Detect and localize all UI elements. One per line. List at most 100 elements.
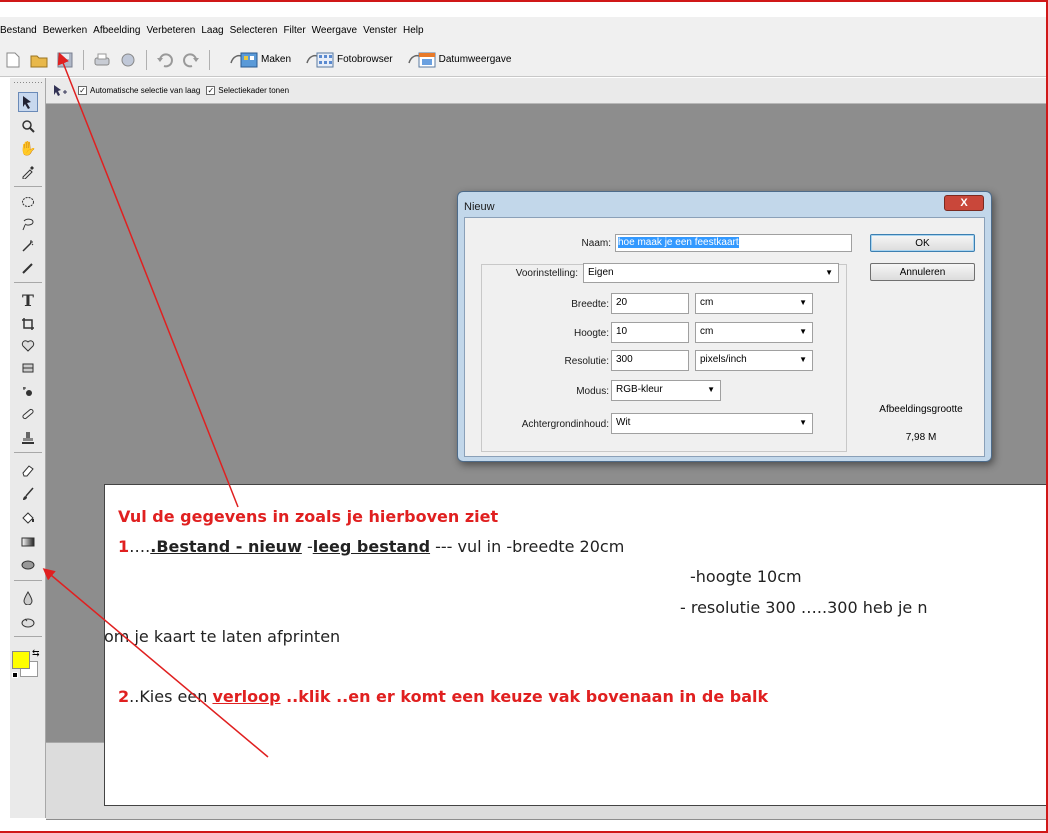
foreground-color-swatch[interactable] [12,651,30,669]
toolbox-grip[interactable] [14,82,42,83]
height-input[interactable]: 10 [611,322,689,343]
toolbox-separator [14,282,42,283]
straighten-tool-icon[interactable] [18,358,38,378]
marquee-tool-icon[interactable] [18,192,38,212]
toolbox: ✋ T ⇆ [10,78,46,818]
menu-item-bestand[interactable]: Bestand [0,25,40,36]
photobrowser-icon [305,51,335,69]
note-step1-height: -hoogte 10cm [690,567,802,586]
background-contents-label: Achtergrondinhoud: [521,419,609,430]
menu-item-verbeteren[interactable]: Verbeteren [143,25,198,36]
cancel-button[interactable]: Annuleren [870,263,975,281]
clone-stamp-tool-icon[interactable] [18,428,38,448]
note-step2-line: 2..Kies een verloop ..klik ..en er komt … [118,687,768,706]
menu-item-bewerken[interactable]: Bewerken [40,25,90,36]
name-label: Naam: [581,238,611,249]
height-unit-value: cm [700,326,714,337]
resolution-unit-value: pixels/inch [700,354,747,365]
dateview-button[interactable]: Datumweergave [407,51,512,69]
width-input[interactable]: 20 [611,293,689,314]
chevron-down-icon: ▼ [707,385,715,394]
cookie-cutter-tool-icon[interactable] [18,336,38,356]
step2-number: 2 [118,687,130,706]
blur-tool-icon[interactable] [18,588,38,608]
sponge-tool-icon[interactable] [18,612,38,632]
photobrowser-button[interactable]: Fotobrowser [305,51,393,69]
resolution-unit-select[interactable]: pixels/inch ▼ [695,350,813,371]
red-eye-tool-icon[interactable] [18,382,38,402]
healing-brush-tool-icon[interactable] [18,404,38,424]
height-unit-select[interactable]: cm ▼ [695,322,813,343]
redo-icon[interactable] [182,51,200,69]
chevron-down-icon: ▼ [799,355,807,364]
menu-item-afbeelding[interactable]: Afbeelding [90,25,143,36]
gradient-tool-icon[interactable] [18,532,38,552]
step1-leeg-bestand: leeg bestand [312,537,431,556]
note-step1-print: om je kaart te laten afprinten [104,627,341,646]
move-tool-icon[interactable] [18,92,38,112]
resolution-label: Resolutie: [564,356,609,367]
background-contents-select[interactable]: Wit ▼ [611,413,813,434]
width-label: Breedte: [571,299,609,310]
new-file-icon[interactable] [4,51,22,69]
chevron-down-icon: ▼ [825,268,833,277]
show-bounding-box-label: Selectiekader tonen [218,86,290,95]
share-icon[interactable] [119,51,137,69]
ok-button[interactable]: OK [870,234,975,252]
zoom-tool-icon[interactable] [18,116,38,136]
mode-label: Modus: [576,386,609,397]
chevron-down-icon: ▼ [799,298,807,307]
step2-pre: ..Kies een [129,687,213,706]
type-tool-icon[interactable]: T [18,290,38,310]
print-icon[interactable] [93,51,111,69]
step1-nieuw: nieuw [247,537,302,556]
undo-icon[interactable] [156,51,174,69]
save-disk-icon[interactable] [56,51,74,69]
width-unit-select[interactable]: cm ▼ [695,293,813,314]
toolbar-separator [209,49,210,70]
create-button[interactable]: Maken [229,51,291,69]
default-colors-icon[interactable] [12,672,18,678]
toolbar-separator [83,49,84,70]
background-contents-value: Wit [616,417,631,428]
menu-item-weergave[interactable]: Weergave [309,25,360,36]
menu-item-filter[interactable]: Filter [280,25,308,36]
dialog-title: Nieuw [464,201,495,213]
dateview-label: Datumweergave [438,54,512,65]
menu-item-selecteren[interactable]: Selecteren [227,25,281,36]
name-input[interactable]: hoe maak je een feestkaart [615,234,852,252]
resolution-input[interactable]: 300 [611,350,689,371]
width-unit-value: cm [700,297,714,308]
menu-item-venster[interactable]: Venster [360,25,400,36]
height-label: Hoogte: [573,328,609,339]
menu-item-laag[interactable]: Laag [198,25,226,36]
step2-rest: ..klik ..en er komt een keuze vak bovena… [280,687,769,706]
shape-tool-icon[interactable] [18,556,38,576]
dialog-body: Naam: hoe maak je een feestkaart Voorins… [464,217,985,457]
lasso-tool-icon[interactable] [18,214,38,234]
hand-tool-icon[interactable]: ✋ [18,138,38,158]
menu-item-help[interactable]: Help [400,25,427,36]
eyedropper-tool-icon[interactable] [18,162,38,182]
preset-label: Voorinstelling: [487,268,580,279]
dialog-close-button[interactable]: X [944,195,984,211]
mode-select-value: RGB-kleur [616,384,663,395]
eraser-tool-icon[interactable] [18,460,38,480]
paint-bucket-tool-icon[interactable] [18,508,38,528]
swap-colors-icon[interactable]: ⇆ [32,648,40,659]
move-tool-options-icon [52,84,70,98]
crop-tool-icon[interactable] [18,314,38,334]
step2-verloop: verloop [212,687,281,706]
toolbox-separator [14,636,42,637]
new-file-dialog: Nieuw X Naam: hoe maak je een feestkaart… [457,191,992,462]
note-step1-resolution: - resolutie 300 …..300 heb je n [680,598,928,617]
auto-select-layer-checkbox[interactable]: ✓ [78,86,87,95]
magic-wand-tool-icon[interactable] [18,236,38,256]
mode-select[interactable]: RGB-kleur ▼ [611,380,721,401]
open-folder-icon[interactable] [30,51,48,69]
show-bounding-box-checkbox[interactable]: ✓ [206,86,216,95]
selection-brush-tool-icon[interactable] [18,258,38,278]
preset-select[interactable]: Eigen ▼ [583,263,839,283]
photobrowser-label: Fotobrowser [337,54,393,65]
brush-tool-icon[interactable] [18,484,38,504]
